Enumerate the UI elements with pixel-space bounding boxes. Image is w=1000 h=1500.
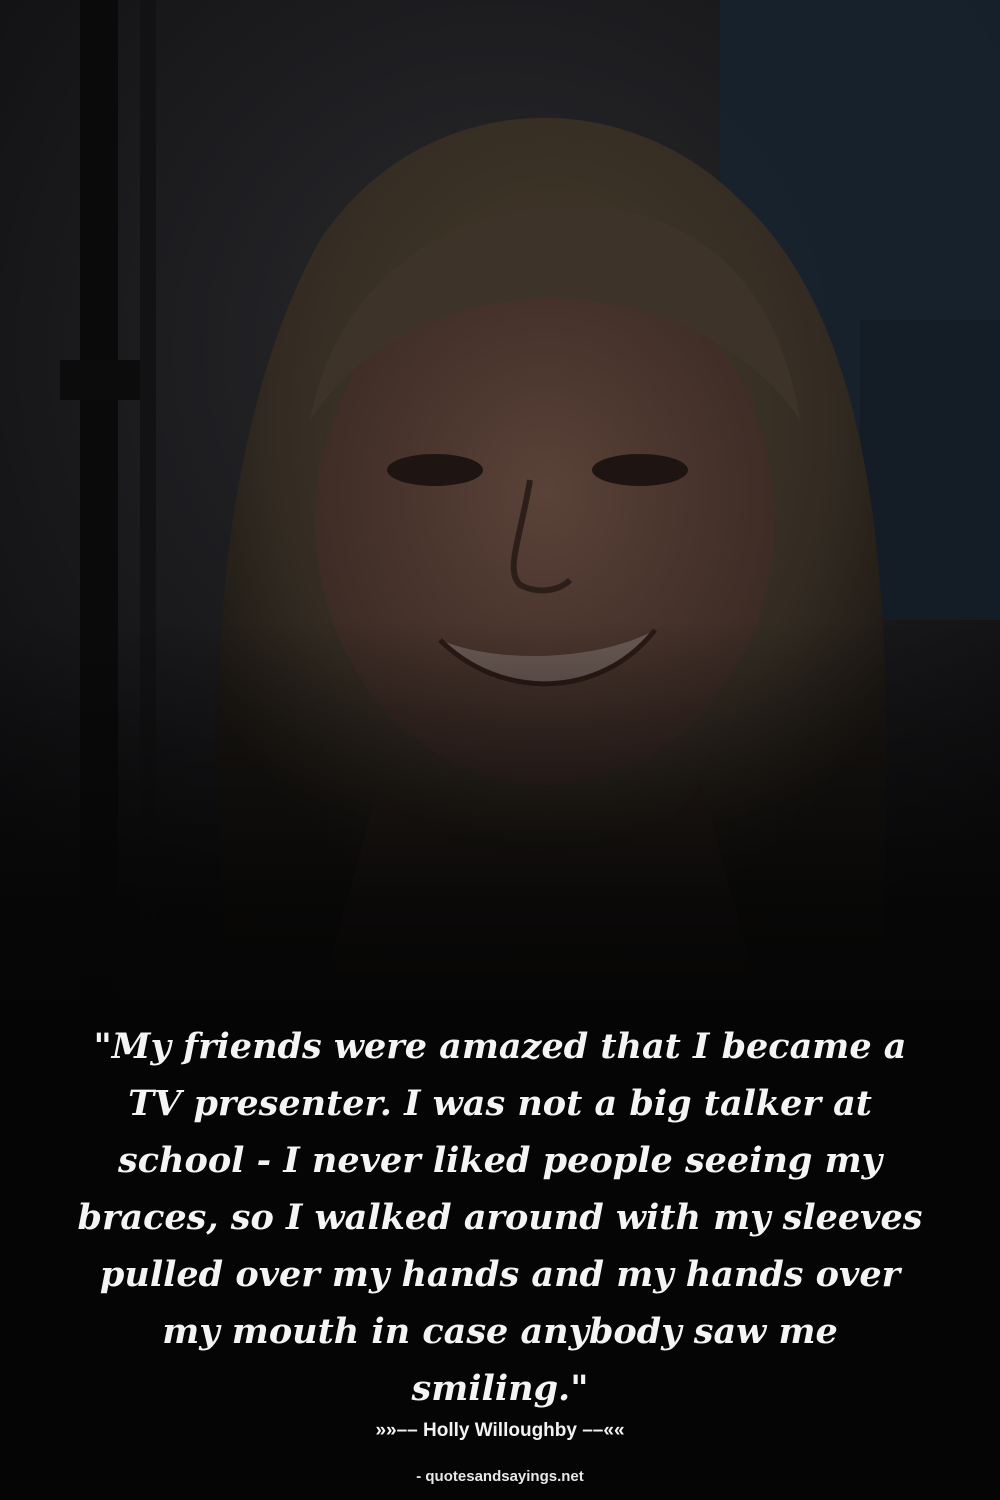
- quote-text: "My friends were amazed that I became a …: [77, 1026, 923, 1409]
- author-line: »»–– Holly Willoughby ––««: [375, 1420, 625, 1441]
- quote-card: "My friends were amazed that I became a …: [0, 0, 1000, 1500]
- source-credit: - quotesandsayings.net: [416, 1468, 584, 1485]
- photo-fade-overlay: [0, 620, 1000, 1020]
